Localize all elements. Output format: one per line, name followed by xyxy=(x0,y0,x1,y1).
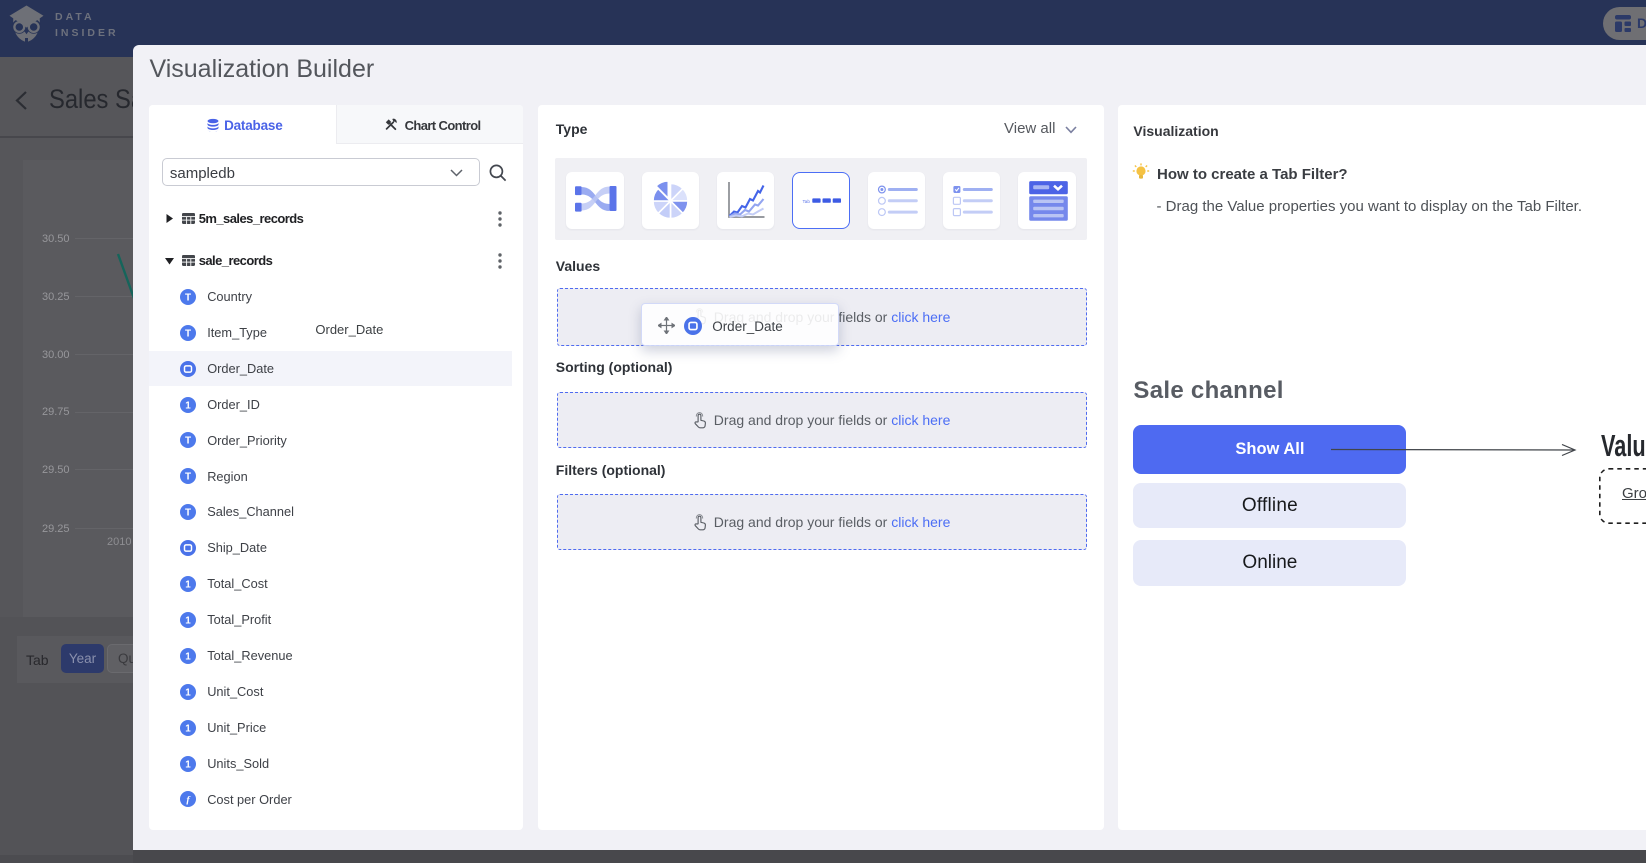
svg-text:T: T xyxy=(185,328,191,339)
svg-text:1: 1 xyxy=(185,400,191,411)
svg-text:T: T xyxy=(185,508,191,519)
svg-text:T: T xyxy=(185,436,191,447)
svg-text:1: 1 xyxy=(185,759,191,770)
svg-text:Tab: Tab xyxy=(803,198,811,203)
svg-text:1: 1 xyxy=(185,651,191,662)
svg-text:1: 1 xyxy=(185,687,191,698)
svg-text:1: 1 xyxy=(185,615,191,626)
svg-text:T: T xyxy=(185,472,191,483)
svg-text:T: T xyxy=(185,292,191,303)
svg-text:1: 1 xyxy=(185,580,191,591)
svg-text:1: 1 xyxy=(185,723,191,734)
